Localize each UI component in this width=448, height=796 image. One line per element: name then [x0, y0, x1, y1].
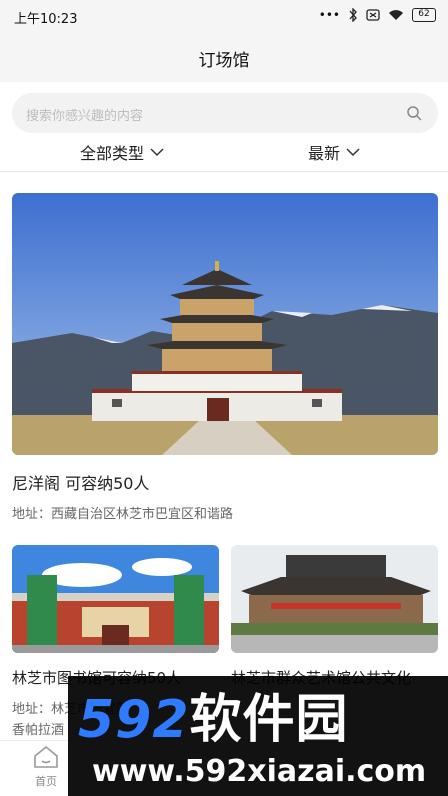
search-input[interactable]: 搜索你感兴趣的内容 [12, 93, 438, 133]
chevron-down-icon [346, 148, 360, 157]
status-icons: ••• 62 [319, 8, 436, 22]
venue-photo[interactable] [231, 545, 438, 653]
search-placeholder: 搜索你感兴趣的内容 [26, 109, 144, 124]
sim-off-icon [366, 9, 380, 21]
battery-icon: 62 [412, 8, 436, 22]
venue-card[interactable]: 尼洋阁 可容纳50人 地址：西藏自治区林芝市巴宜区和谐路 [12, 193, 438, 522]
watermark-brand: 软件园 [189, 690, 349, 750]
more-dots-icon: ••• [318, 8, 340, 22]
venue-photo[interactable] [12, 193, 438, 455]
status-bar: 上午10:23 ••• 62 [0, 0, 448, 32]
watermark-number: 592 [78, 690, 190, 750]
venue-name: 尼洋阁 可容纳50人 [12, 474, 150, 493]
sort-filter-dropdown[interactable]: 最新 [308, 140, 360, 164]
filter-bar: 全部类型 最新 [0, 136, 448, 172]
tab-home[interactable]: 首页 [24, 745, 68, 789]
watermark-url: www.592xiazai.com [92, 754, 427, 789]
page-title: 订场馆 [198, 51, 250, 71]
watermark-banner: 592软件园 www.592xiazai.com [68, 676, 448, 796]
venue-card[interactable]: 林芝市图书馆可容纳50人 地址：林芝市巴宜区 香帕拉酒 [12, 545, 219, 738]
type-filter-dropdown[interactable]: 全部类型 [80, 140, 164, 164]
bluetooth-icon [349, 8, 357, 22]
search-icon[interactable] [406, 105, 422, 121]
sort-filter-label: 最新 [308, 144, 341, 163]
title-bar: 订场馆 [0, 32, 448, 82]
venue-address: 地址：西藏自治区林芝市巴宜区和谐路 [12, 507, 234, 522]
type-filter-label: 全部类型 [80, 144, 145, 163]
wifi-icon [389, 10, 403, 20]
tab-home-label: 首页 [35, 775, 57, 788]
status-time: 上午10:23 [14, 12, 78, 27]
watermark-title: 592软件园 [78, 692, 349, 748]
venue-card[interactable]: 林芝市群众艺术馆公共文化 [231, 545, 438, 687]
home-icon [34, 745, 58, 768]
chevron-down-icon [150, 148, 164, 157]
venue-photo[interactable] [12, 545, 219, 653]
